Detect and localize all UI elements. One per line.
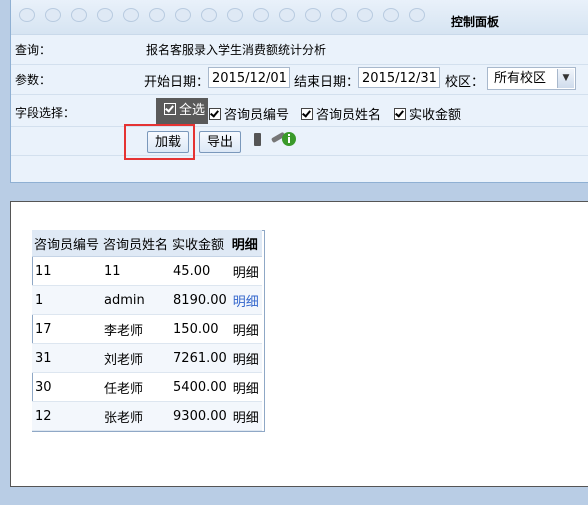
column-header[interactable]: 实收金额 [170,230,230,257]
query-label: 查询： [15,43,52,57]
decor-ring [305,8,321,22]
panel-header: 控制面板 [11,0,588,35]
cell-amount: 150.00 [170,314,230,344]
column-header[interactable]: 咨询员编号 [32,230,102,257]
cell-consultant-id: 12 [32,401,102,431]
end-date-input[interactable]: 2015/12/31 [358,67,440,88]
field-option-label: 咨询员姓名 [316,108,382,123]
detail-link[interactable]: 明细 [229,314,262,344]
start-date-label: 开始日期： [144,75,210,90]
cell-amount: 9300.00 [170,401,230,431]
cell-consultant-name: 张老师 [101,401,171,431]
export-button[interactable]: 导出 [199,131,241,153]
load-button-highlight [124,124,195,160]
decor-ring [149,8,165,22]
table-row: 31 刘老师 7261.00 明细 [32,343,262,373]
detail-link[interactable]: 明细 [229,285,262,315]
column-header[interactable]: 咨询员姓名 [101,230,171,257]
detail-link[interactable]: 明细 [229,343,262,373]
info-plugin-icon[interactable] [269,128,299,148]
detail-link[interactable]: 明细 [229,372,262,402]
select-all-label: 全选 [179,103,206,118]
phone-icon[interactable] [254,133,261,146]
table-row: 17 李老师 150.00 明细 [32,314,262,344]
cell-consultant-id: 30 [32,372,102,402]
decor-ring [71,8,87,22]
table-row: 11 11 45.00 明细 [32,256,262,286]
cell-consultant-id: 17 [32,314,102,344]
decor-ring [409,8,425,22]
field-option-label: 实收金额 [409,108,462,123]
query-row: 查询： 报名客服录入学生消费额统计分析 [11,35,588,65]
field-option-label: 咨询员编号 [224,108,290,123]
decor-ring [201,8,217,22]
fields-row: 字段选择： [11,95,588,127]
cell-consultant-name: 刘老师 [101,343,171,373]
actions-row [11,127,588,156]
decor-ring [227,8,243,22]
query-value: 报名客服录入学生消费额统计分析 [146,43,327,57]
decor-ring [253,8,269,22]
decor-ring [279,8,295,22]
cell-amount: 5400.00 [170,372,230,402]
cell-consultant-id: 1 [32,285,102,315]
cell-amount: 45.00 [170,256,230,286]
cell-consultant-name: 任老师 [101,372,171,402]
cell-amount: 7261.00 [170,343,230,373]
check-icon [209,108,221,120]
results-area: 咨询员编号 咨询员姓名 实收金额 明细 11 11 45.00 明细 1 adm… [10,201,588,487]
cell-consultant-name: admin [101,285,171,315]
chevron-down-icon[interactable]: ▼ [557,69,574,88]
campus-select[interactable]: 所有校区 ▼ [487,67,576,90]
cell-consultant-name: 11 [101,256,171,286]
cell-consultant-name: 李老师 [101,314,171,344]
check-icon [394,108,406,120]
cell-consultant-id: 31 [32,343,102,373]
decor-ring [123,8,139,22]
field-option-consultant-id[interactable]: 咨询员编号 [209,104,289,123]
detail-link[interactable]: 明细 [229,401,262,431]
start-date-input[interactable]: 2015/12/01 [208,67,290,88]
end-date-label: 结束日期： [294,75,360,90]
decor-ring [331,8,347,22]
campus-label: 校区： [445,75,485,90]
detail-link[interactable]: 明细 [229,256,262,286]
cell-amount: 8190.00 [170,285,230,315]
results-table: 咨询员编号 咨询员姓名 实收金额 明细 11 11 45.00 明细 1 adm… [32,230,262,431]
control-panel: 控制面板 查询： 报名客服录入学生消费额统计分析 参数： 开始日期： 2015/… [10,0,588,183]
table-row: 12 张老师 9300.00 明细 [32,401,262,431]
panel-title: 控制面板 [451,15,500,29]
decor-ring [97,8,113,22]
decor-ring [383,8,399,22]
column-header[interactable]: 明细 [229,230,262,257]
decor-ring [45,8,61,22]
check-icon [301,108,313,120]
table-row: 30 任老师 5400.00 明细 [32,372,262,402]
cell-consultant-id: 11 [32,256,102,286]
decor-ring [357,8,373,22]
field-option-amount[interactable]: 实收金额 [394,104,461,123]
campus-select-value: 所有校区 [494,71,547,86]
fields-label: 字段选择： [15,106,76,120]
decor-ring [175,8,191,22]
decor-ring [19,8,35,22]
field-option-consultant-name[interactable]: 咨询员姓名 [301,104,381,123]
check-icon [164,103,176,115]
select-all-checkbox[interactable]: 全选 [156,98,208,124]
params-label: 参数： [15,73,52,87]
table-row: 1 admin 8190.00 明细 [32,285,262,315]
